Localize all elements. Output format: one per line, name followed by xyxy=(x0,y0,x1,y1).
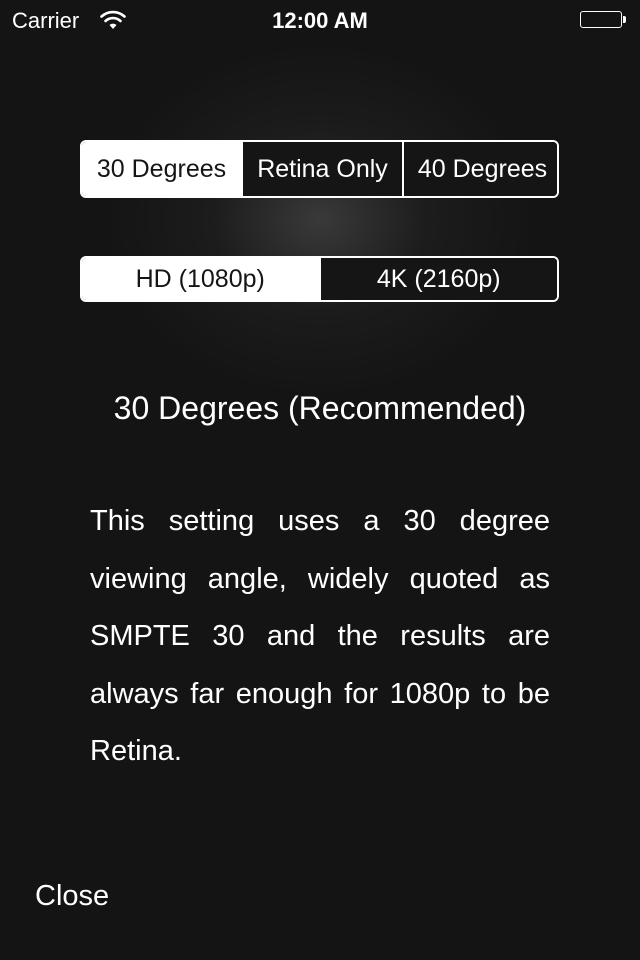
clock: 12:00 AM xyxy=(272,8,368,33)
segment-4k-2160p[interactable]: 4K (2160p) xyxy=(318,258,557,300)
close-button[interactable]: Close xyxy=(35,880,109,913)
segment-retina-only[interactable]: Retina Only xyxy=(241,142,402,196)
setting-description: This setting uses a 30 degree viewing an… xyxy=(90,505,550,767)
segment-30-degrees[interactable]: 30 Degrees xyxy=(82,142,241,196)
setting-heading: 30 Degrees (Recommended) xyxy=(113,390,527,426)
resolution-segmented-control[interactable]: HD (1080p) 4K (2160p) xyxy=(80,256,559,302)
segment-40-degrees[interactable]: 40 Degrees xyxy=(402,142,557,196)
background-glow xyxy=(100,40,540,400)
segment-hd-1080p[interactable]: HD (1080p) xyxy=(82,258,319,300)
angle-segmented-control[interactable]: 30 Degrees Retina Only 40 Degrees xyxy=(80,140,559,198)
battery-icon xyxy=(580,11,626,28)
status-bar: Carrier 12:00 AM xyxy=(0,0,640,40)
